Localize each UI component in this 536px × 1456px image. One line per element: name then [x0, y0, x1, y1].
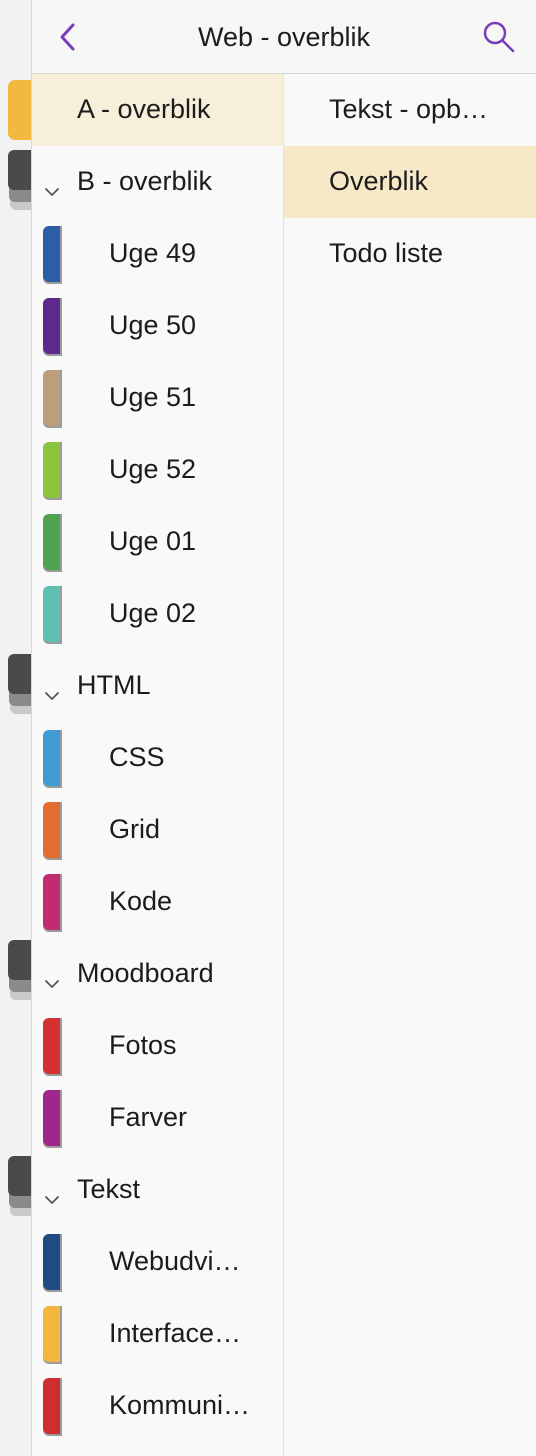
notebook-strip — [0, 0, 32, 1456]
section-color-tab — [43, 1378, 62, 1436]
pages-list: Tekst - opb… Overblik Todo liste — [284, 74, 536, 1456]
section-color-tab — [43, 1234, 62, 1292]
section-label: Uge 49 — [109, 238, 197, 268]
section-item[interactable]: Uge 50 — [32, 290, 283, 362]
page-item[interactable]: Tekst - opb… — [284, 74, 536, 146]
section-item[interactable]: Uge 51 — [32, 362, 283, 434]
section-item[interactable]: CSS — [32, 722, 283, 794]
section-label: Fotos — [109, 1030, 177, 1060]
section-group-label: HTML — [77, 670, 151, 700]
section-label: Kode — [109, 886, 173, 916]
notebook-stack-tab[interactable] — [8, 940, 31, 1000]
section-group[interactable]: HTML — [32, 650, 283, 722]
page-title: Web - overblik — [197, 22, 371, 52]
section-group-label: Moodboard — [77, 958, 214, 988]
back-button[interactable] — [54, 20, 84, 54]
section-item[interactable]: Uge 02 — [32, 578, 283, 650]
section-label: CSS — [109, 742, 165, 772]
search-button[interactable] — [480, 18, 518, 56]
page-label: Overblik — [329, 166, 429, 196]
section-label: Uge 02 — [109, 598, 197, 628]
section-color-tab — [43, 1090, 62, 1148]
chevron-left-icon — [60, 23, 75, 51]
section-item[interactable]: A - overblik — [32, 74, 283, 146]
section-label: Uge 01 — [109, 526, 197, 556]
onenote-navigation: Web - overblik A - overblik B - overblik U… — [0, 0, 536, 1456]
section-color-tab — [43, 874, 62, 932]
page-label: Tekst - opb… — [329, 94, 489, 124]
section-color-tab — [43, 442, 62, 500]
section-color-tab — [43, 586, 62, 644]
section-color-tab — [43, 1306, 62, 1364]
section-label: Uge 52 — [109, 454, 197, 484]
chevron-down-icon[interactable] — [44, 966, 60, 988]
section-color-tab — [43, 226, 62, 284]
page-item[interactable]: Overblik — [284, 146, 536, 218]
section-item[interactable]: Farver — [32, 1082, 283, 1154]
section-label: Uge 51 — [109, 382, 197, 412]
section-group-label: B - overblik — [77, 166, 213, 196]
chevron-down-icon[interactable] — [44, 678, 60, 700]
section-color-tab — [43, 802, 62, 860]
page-item[interactable]: Todo liste — [284, 218, 536, 290]
section-group[interactable]: B - overblik — [32, 146, 283, 218]
chevron-down-icon[interactable] — [44, 174, 60, 196]
page-label: Todo liste — [329, 238, 444, 268]
header-bar: Web - overblik — [32, 0, 536, 74]
notebook-tab[interactable] — [8, 80, 31, 140]
section-item[interactable]: Webudvi… — [32, 1226, 283, 1298]
section-color-tab — [43, 730, 62, 788]
section-item[interactable]: Kode — [32, 866, 283, 938]
section-item[interactable]: Uge 49 — [32, 218, 283, 290]
notebook-stack-tab[interactable] — [8, 1156, 31, 1216]
section-label: Interface… — [109, 1318, 242, 1348]
section-color-tab — [43, 298, 62, 356]
section-group-label: Tekst — [77, 1174, 141, 1204]
search-icon — [483, 21, 515, 53]
section-group[interactable]: Tekst — [32, 1154, 283, 1226]
section-label: Kommuni… — [109, 1390, 251, 1420]
section-label: Farver — [109, 1102, 188, 1132]
section-item[interactable]: Fotos — [32, 1010, 283, 1082]
section-label: Uge 50 — [109, 310, 197, 340]
section-label: Webudvi… — [109, 1246, 241, 1276]
section-item[interactable]: Uge 01 — [32, 506, 283, 578]
section-item[interactable]: Kommuni… — [32, 1370, 283, 1442]
section-color-tab — [43, 1018, 62, 1076]
sections-list: A - overblik B - overblik Uge 49 Uge 50 Uge … — [32, 74, 284, 1456]
section-label: A - overblik — [77, 94, 211, 124]
section-color-tab — [43, 514, 62, 572]
section-group[interactable]: Moodboard — [32, 938, 283, 1010]
section-color-tab — [43, 370, 62, 428]
notebook-stack-tab[interactable] — [8, 150, 31, 210]
section-item[interactable]: Uge 52 — [32, 434, 283, 506]
notebook-stack-tab[interactable] — [8, 654, 31, 714]
section-item[interactable]: Interface… — [32, 1298, 283, 1370]
section-label: Grid — [109, 814, 161, 844]
section-item[interactable]: Grid — [32, 794, 283, 866]
chevron-down-icon[interactable] — [44, 1182, 60, 1204]
